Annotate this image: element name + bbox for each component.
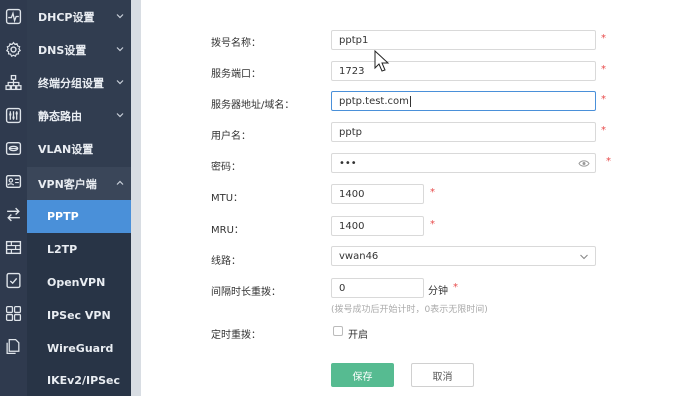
redial-interval-label: 间隔时长重拨： [211,287,281,298]
mru-input[interactable]: 1400 [331,216,424,236]
check-document-icon[interactable] [5,272,22,289]
sidebar-item-static-route[interactable]: 静态路由 [27,99,131,132]
required-mark: * [430,219,435,230]
panel-divider [131,0,141,396]
sidebar-item-label: VPN客户端 [38,177,97,191]
text-caret [409,95,411,107]
scheduled-redial-label: 定时重拨： [211,330,261,341]
sidebar-subitem-ipsec-vpn[interactable]: IPSec VPN [27,299,131,332]
line-label: 线路： [211,256,241,267]
server-address-input[interactable]: pptp.test.com [331,91,596,111]
sidebar-subitem-ikev2-ipsec[interactable]: IKEv2/IPSec [27,365,131,396]
username-input[interactable]: pptp [331,122,596,142]
username-label: 用户名： [211,131,251,142]
mru-label: MRU： [211,225,244,236]
mtu-label: MTU： [211,193,244,204]
save-button[interactable]: 保存 [331,363,394,387]
sidebar-item-vlan[interactable]: VLAN设置 [27,132,131,165]
server-port-input[interactable]: 1723 [331,61,596,81]
copy-document-icon[interactable] [5,338,22,355]
chevron-down-icon [580,254,588,260]
dial-name-input[interactable]: pptp1 [331,30,596,50]
sidebar-subitem-l2tp[interactable]: L2TP [27,233,131,266]
pptp-form-panel: 拨号名称： pptp1 * 服务端口： 1723 * 服务器地址/域名： ppt… [141,0,692,396]
sidebar-item-label: DHCP设置 [38,10,95,24]
required-mark: * [601,64,606,75]
sidebar-item-vpn-client[interactable]: VPN客户端 [27,167,131,200]
mouse-cursor-icon [374,50,390,72]
id-card-icon[interactable] [5,173,22,190]
server-address-label: 服务器地址/域名： [211,100,295,111]
chevron-up-icon [116,180,124,185]
sidebar-item-label: DNS设置 [38,43,87,57]
password-label: 密码： [211,162,241,173]
required-mark: * [606,156,611,167]
mtu-input[interactable]: 1400 [331,184,424,204]
eye-icon[interactable] [578,159,590,168]
icon-rail [0,0,28,396]
password-input[interactable]: ••• [331,153,596,173]
chevron-down-icon [116,14,124,19]
dial-name-label: 拨号名称： [211,38,261,49]
required-mark: * [601,94,606,105]
chevron-down-icon [116,80,124,85]
chevron-down-icon [116,47,124,52]
sidebar-subitem-wireguard[interactable]: WireGuard [27,332,131,365]
sidebar-item-label: VLAN设置 [38,142,94,156]
required-mark: * [601,125,606,136]
cancel-button[interactable]: 取消 [411,363,474,387]
sidebar-subitem-openvpn[interactable]: OpenVPN [27,266,131,299]
sliders-icon[interactable] [5,107,22,124]
minute-unit: 分钟 [428,286,448,297]
required-mark: * [601,33,606,44]
sidebar-subitem-pptp[interactable]: PPTP [27,200,131,233]
monitor-pulse-icon[interactable] [5,8,22,25]
gear-icon[interactable] [5,41,22,58]
grid-squares-icon[interactable] [5,305,22,322]
required-mark: * [453,282,458,293]
sidebar-item-dhcp[interactable]: DHCP设置 [27,0,131,33]
chevron-down-icon [116,113,124,118]
sidebar-item-label: 终端分组设置 [38,76,104,90]
scheduled-redial-checkbox[interactable] [333,326,343,336]
redial-interval-hint: (拨号成功后开始计时，0表示无限时间) [331,305,488,315]
vlan-icon[interactable] [5,140,22,157]
sidebar: DHCP设置 DNS设置 终端分组设置 静态路由 VLAN设置 VPN客户端 P… [27,0,131,396]
sidebar-item-dns[interactable]: DNS设置 [27,33,131,66]
sidebar-item-terminal-group[interactable]: 终端分组设置 [27,66,131,99]
line-select[interactable]: vwan46 [331,246,596,266]
server-port-label: 服务端口： [211,69,261,80]
swap-arrows-icon[interactable] [5,206,22,223]
redial-interval-input[interactable]: 0 [331,278,424,298]
sidebar-item-label: 静态路由 [38,109,82,123]
firewall-icon[interactable] [5,239,22,256]
network-group-icon[interactable] [5,74,22,91]
scheduled-redial-option: 开启 [348,330,368,341]
required-mark: * [430,187,435,198]
